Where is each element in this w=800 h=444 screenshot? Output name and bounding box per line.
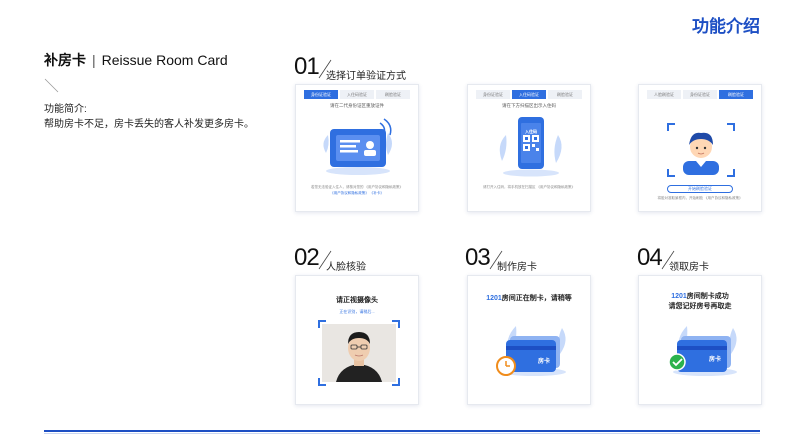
slash-decoration-icon (44, 78, 59, 93)
tab-face[interactable]: 刷脸验证 (548, 90, 582, 99)
face-check-subtitle: 正在识别，请稍后... (339, 309, 375, 314)
title-separator: | (92, 52, 96, 68)
bottom-divider-faint (44, 433, 760, 434)
card-label: 房卡 (538, 359, 551, 365)
screen-qr-verify: 身份证验证 入住码验证 刷脸验证 请在下方扫描区出示入住码 入住码 请打开入住码… (467, 84, 591, 212)
verify-tabs: 身份证验证 入住码验证 刷脸验证 (304, 90, 410, 99)
take-card-message: 1201房间制卡成功 (639, 292, 761, 302)
camera-preview-photo-icon (322, 324, 396, 382)
tab-face[interactable]: 刷脸验证 (376, 90, 410, 99)
step-label: 制作房卡 (497, 262, 537, 273)
qr-fine-print: 请打开入住码，将手机放在扫描区 《用户协议和隐私政策》 (483, 185, 575, 189)
screen-face-check: 请正视摄像头 正在识别，请稍后... (295, 275, 419, 405)
frame-corner (667, 123, 675, 131)
bottom-divider (44, 430, 760, 432)
step-number: 04 (637, 244, 663, 271)
step-label: 领取房卡 (669, 262, 709, 273)
frame-corner (727, 123, 735, 131)
step-label: 选择订单验证方式 (326, 71, 406, 82)
face-fine-print: 将脸对准取景框内，开始刷脸 《用户协议和隐私政策》 (657, 196, 743, 200)
verify-tabs: 人脸刷验证 身份证验证 刷脸验证 (647, 90, 753, 99)
agreement-link[interactable]: 《用户协议和隐私政策》 《补卡》 (330, 191, 383, 195)
face-capture-frame (318, 320, 400, 386)
card-making-illustration-icon (496, 326, 566, 376)
phone-qr-illustration-icon (499, 117, 562, 177)
id-card-reader-illustration-icon (323, 118, 392, 175)
id-card-fine-print: 若您无法验证入住人，请核对您的 《用户协议和隐私政策》 (311, 185, 403, 189)
room-number: 1201 (486, 295, 502, 302)
tab-checkin-code[interactable]: 入住码验证 (340, 90, 374, 99)
step-heading-03: 03 制作房卡 (465, 244, 565, 274)
screen-face-verify: 人脸刷验证 身份证验证 刷脸验证 开始刷脸验证 将脸对准取景框内，开始刷脸 《用… (638, 84, 762, 212)
face-scan-frame (667, 123, 735, 177)
take-card-text: 房间制卡成功 (686, 293, 729, 300)
step-number: 01 (294, 53, 320, 80)
tab-face[interactable]: 刷脸验证 (719, 90, 753, 99)
feature-title-en: Reissue Room Card (101, 52, 228, 68)
phone-label: 入住码 (525, 129, 537, 134)
feature-title-cn: 补房卡 (44, 52, 86, 68)
room-number: 1201 (671, 293, 687, 300)
verify-tabs: 身份证验证 入住码验证 刷脸验证 (476, 90, 582, 99)
step-number: 02 (294, 244, 320, 271)
feature-title: 补房卡 | Reissue Room Card (44, 50, 228, 70)
id-card-links[interactable]: 《用户协议和隐私政策》 《补卡》 (306, 191, 408, 196)
section-title: 功能介绍 (692, 17, 760, 36)
intro-label: 功能简介: (44, 104, 87, 115)
face-check-title: 请正视摄像头 (336, 297, 378, 304)
step-heading-02: 02 人脸核验 (294, 244, 394, 274)
card-label: 房卡 (709, 357, 722, 363)
take-card-reminder: 请您记好房号再取走 (668, 303, 732, 310)
qr-hint: 请在下方扫描区出示入住码 (502, 103, 556, 108)
screen-take-card: 1201房间制卡成功 请您记好房号再取走 房卡 (638, 275, 762, 405)
frame-corner (667, 169, 675, 177)
tab-id-card[interactable]: 身份证验证 (683, 90, 717, 99)
start-face-scan-button[interactable]: 开始刷脸验证 (667, 185, 733, 193)
tab-id-card[interactable]: 身份证验证 (304, 90, 338, 99)
step-heading-01: 01 选择订单验证方式 (294, 53, 424, 83)
making-card-message: 1201房间正在制卡，请稍等 (468, 294, 590, 304)
avatar-face-icon (683, 132, 719, 175)
frame-corner (727, 169, 735, 177)
tab-face-scan[interactable]: 人脸刷验证 (647, 90, 681, 99)
intro-text: 帮助房卡不足，房卡丢失的客人补发更多房卡。 (44, 119, 254, 130)
screen-making-card: 1201房间正在制卡，请稍等 房卡 (467, 275, 591, 405)
step-heading-04: 04 领取房卡 (637, 244, 737, 274)
making-card-text: 房间正在制卡，请稍等 (501, 295, 572, 302)
screen-id-card-verify: 身份证验证 入住码验证 刷脸验证 请在二代身份证区重放证件 若您无法验证入住人，… (295, 84, 419, 212)
step-label: 人脸核验 (326, 262, 366, 273)
tab-id-card[interactable]: 身份证验证 (476, 90, 510, 99)
tab-checkin-code[interactable]: 入住码验证 (512, 90, 546, 99)
id-card-hint: 请在二代身份证区重放证件 (330, 103, 384, 108)
step-number: 03 (465, 244, 491, 271)
card-ready-illustration-icon (668, 326, 737, 376)
